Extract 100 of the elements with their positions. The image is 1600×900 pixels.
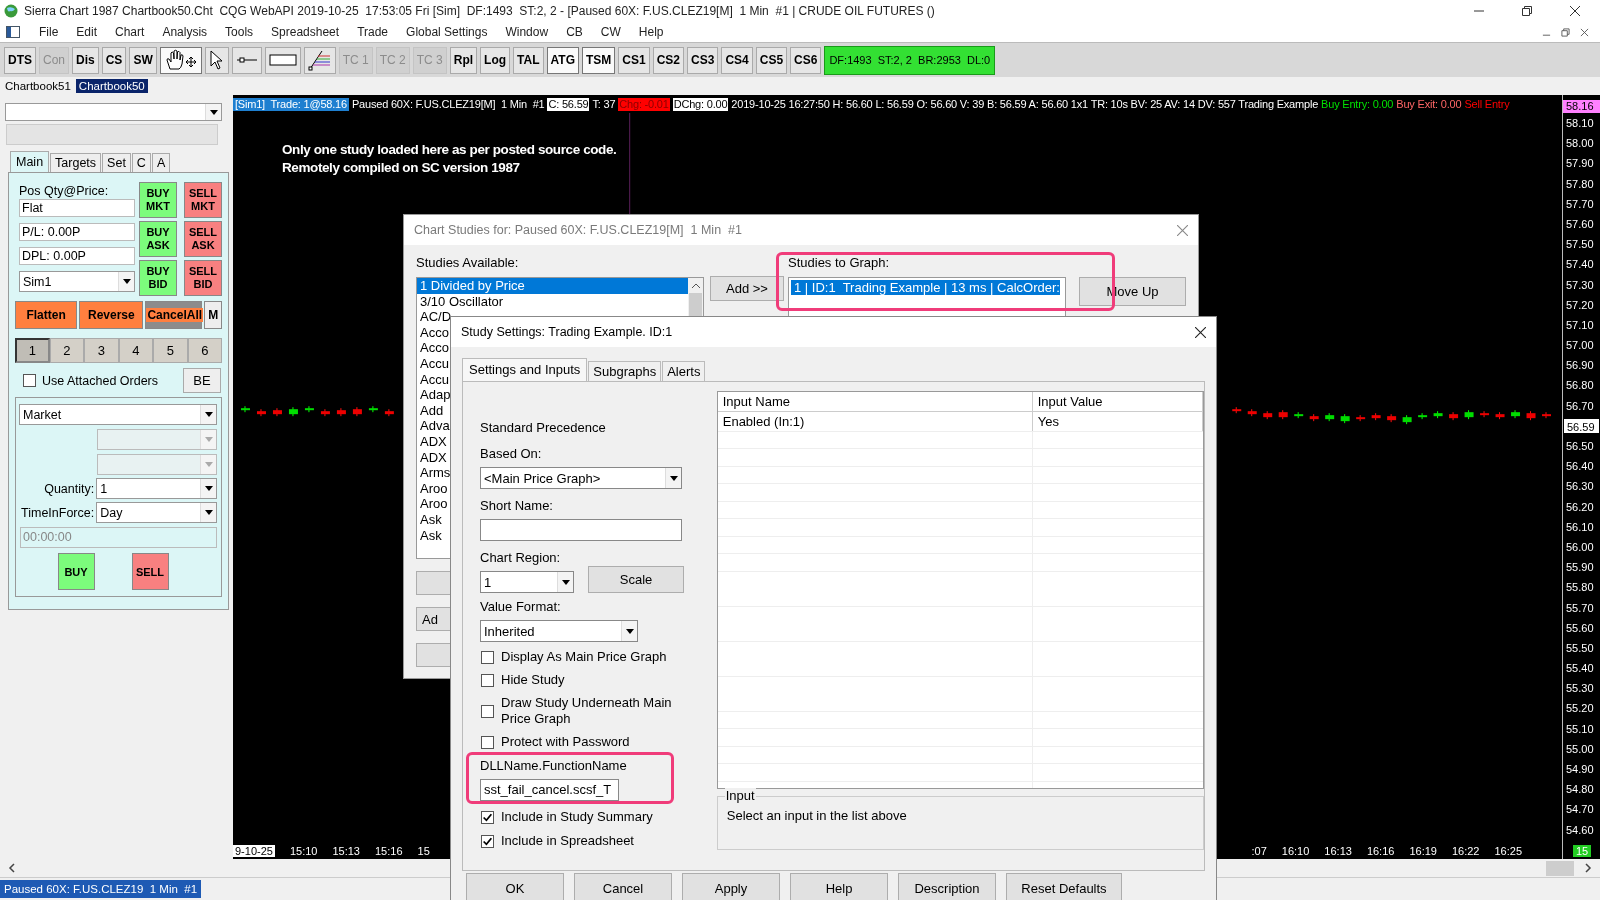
checkbox[interactable] — [481, 834, 494, 848]
list-item[interactable]: 1 Divided by Price — [417, 278, 688, 294]
menu-item[interactable]: CB — [557, 25, 592, 39]
sell-button[interactable]: SELL — [131, 553, 169, 590]
menu-item[interactable]: Help — [629, 25, 673, 39]
toolbar-button[interactable]: CS1 — [618, 46, 650, 74]
menu-item[interactable]: File — [30, 25, 68, 39]
scroll-left-icon[interactable] — [8, 863, 16, 873]
action-button[interactable]: CancelAll — [145, 301, 203, 329]
quantity-preset-button[interactable]: 1 — [15, 338, 50, 363]
chartbook-tab[interactable]: Chartbook51 — [2, 79, 74, 93]
trade-button[interactable]: BUY MKT — [139, 182, 177, 218]
toolbar-button[interactable]: Dis — [72, 46, 99, 74]
dialog-button[interactable]: Description — [898, 873, 996, 900]
column-header[interactable]: Input Value — [1032, 392, 1203, 411]
list-item[interactable]: 3/10 Oscillator — [417, 293, 688, 310]
scroll-up-icon[interactable] — [691, 283, 700, 288]
scale-button[interactable]: Scale — [588, 566, 684, 593]
dialog-button[interactable]: Help — [790, 873, 888, 900]
quantity-dropdown[interactable]: 1 — [96, 478, 217, 499]
restore-icon[interactable] — [1522, 6, 1532, 16]
menu-item[interactable]: Edit — [67, 25, 107, 39]
trade-button[interactable]: SELL ASK — [184, 221, 222, 257]
trade-button[interactable]: SELL BID — [184, 260, 222, 296]
scrollbar-thumb[interactable] — [1546, 860, 1574, 876]
action-button[interactable]: Reverse — [79, 301, 144, 329]
fan-lines-icon — [307, 49, 332, 71]
quantity-preset-button[interactable]: 5 — [153, 338, 188, 363]
toolbar-button[interactable] — [159, 46, 202, 74]
dialog-tab[interactable]: Settings and Inputs — [462, 358, 588, 381]
toolbar-button[interactable] — [204, 46, 229, 74]
checkbox[interactable] — [481, 673, 494, 687]
toolbar-button[interactable]: CS — [101, 46, 127, 74]
dialog-button[interactable]: Apply — [682, 873, 780, 900]
toolbar-button[interactable]: SW — [129, 46, 157, 74]
panel-tab[interactable]: C — [131, 153, 151, 172]
dialog-button[interactable]: Cancel — [574, 873, 672, 900]
checkbox[interactable] — [481, 810, 494, 824]
toolbar-button[interactable]: CS3 — [687, 46, 719, 74]
chartbook-tab[interactable]: Chartbook50 — [75, 79, 148, 93]
price-label: 56.80 — [1565, 378, 1595, 394]
document-icon[interactable] — [6, 26, 20, 38]
toolbar-button[interactable]: CS6 — [790, 46, 822, 74]
dropdown[interactable] — [5, 103, 222, 121]
toolbar-button[interactable]: TAL — [513, 46, 544, 74]
chart-region-dropdown[interactable]: 1 — [480, 571, 574, 593]
panel-tab[interactable]: Main — [10, 151, 50, 172]
function-name-field[interactable]: sst_fail_cancel.scsf_T — [480, 779, 619, 801]
toolbar-button[interactable]: CS2 — [652, 46, 685, 74]
based-on-dropdown[interactable]: <Main Price Graph> — [480, 467, 682, 489]
account-dropdown[interactable]: Sim1 — [19, 271, 135, 292]
dialog-button[interactable]: OK — [466, 873, 564, 900]
panel-tab[interactable]: Set — [102, 153, 131, 172]
toolbar-button[interactable]: Log — [480, 46, 511, 74]
menu-item[interactable]: Spreadsheet — [262, 25, 349, 39]
toolbar-button[interactable]: CS5 — [755, 46, 788, 74]
panel-tab[interactable]: A — [151, 153, 171, 172]
list-item[interactable]: 1 | ID:1 Trading Example | 13 ms | CalcOrder: — [791, 280, 1060, 295]
dialog-tab[interactable]: Subgraphs — [588, 361, 662, 381]
panel-tab[interactable]: Targets — [50, 153, 102, 172]
trade-button[interactable]: BUY ASK — [139, 221, 177, 257]
column-header[interactable]: Input Name — [717, 392, 1033, 411]
buy-button[interactable]: BUY — [57, 553, 95, 590]
menu-item[interactable]: Tools — [216, 25, 263, 39]
dialog-tab[interactable]: Alerts — [662, 361, 706, 381]
quantity-preset-button[interactable]: 6 — [187, 338, 223, 363]
value-format-dropdown[interactable]: Inherited — [480, 620, 638, 642]
add-button[interactable]: Add >> — [710, 276, 784, 301]
toolbar-button[interactable]: ATG — [546, 46, 579, 74]
trade-button[interactable]: SELL MKT — [184, 182, 222, 218]
toolbar-button[interactable]: Rpl — [449, 46, 478, 74]
toolbar-button[interactable]: CS4 — [721, 46, 753, 74]
menu-item[interactable]: Global Settings — [397, 25, 497, 39]
breakeven-button[interactable]: BE — [183, 368, 221, 393]
action-button[interactable]: M — [204, 301, 222, 329]
checkbox[interactable] — [481, 735, 494, 749]
trade-button[interactable]: BUY BID — [139, 260, 177, 296]
menu-item[interactable]: Window — [496, 25, 558, 39]
menu-item[interactable]: Analysis — [153, 25, 217, 39]
dialog-button[interactable]: Reset Defaults — [1006, 873, 1122, 900]
menu-item[interactable]: Chart — [106, 25, 154, 39]
quantity-preset-button[interactable]: 4 — [118, 338, 154, 363]
menu-item[interactable]: Trade — [348, 25, 398, 39]
order-type-dropdown[interactable]: Market — [19, 404, 217, 425]
short-name-field[interactable] — [480, 519, 682, 541]
price-label: 58.10 — [1565, 116, 1595, 131]
close-icon[interactable] — [1195, 326, 1206, 338]
checkbox[interactable] — [23, 374, 36, 387]
scroll-right-icon[interactable] — [1584, 863, 1592, 873]
toolbar-button[interactable]: DTS — [4, 46, 36, 74]
close-icon[interactable] — [1570, 6, 1580, 16]
time-in-force-dropdown[interactable]: Day — [96, 502, 217, 523]
checkbox[interactable] — [481, 650, 494, 664]
quantity-preset-button[interactable]: 2 — [49, 338, 85, 363]
toolbar-button[interactable]: TSM — [582, 46, 616, 74]
quantity-preset-button[interactable]: 3 — [84, 338, 119, 363]
checkbox[interactable] — [481, 704, 494, 718]
action-button[interactable]: Flatten — [15, 301, 78, 329]
menu-item[interactable]: CW — [591, 25, 630, 39]
input-field[interactable] — [6, 124, 218, 145]
